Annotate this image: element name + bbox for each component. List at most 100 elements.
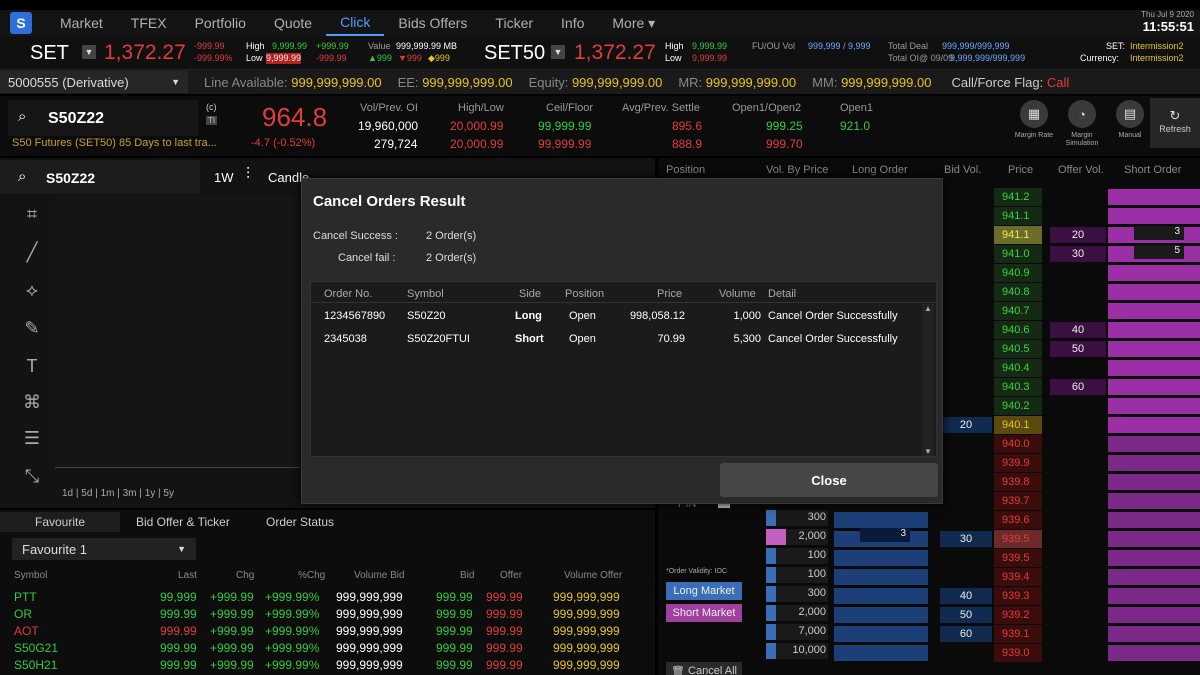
price-cell[interactable]: 939.3 [994, 587, 1042, 605]
nav-quote[interactable]: Quote [260, 10, 326, 36]
short-order-bar[interactable] [1108, 189, 1200, 205]
short-order-bar[interactable] [1108, 417, 1200, 433]
margin-simulation-icon[interactable]: ◔ [1068, 100, 1096, 128]
short-order-bar[interactable] [1108, 284, 1200, 300]
short-order-bar[interactable] [1108, 493, 1200, 509]
chart-period[interactable]: 1W [214, 170, 234, 185]
account-select[interactable]: 5000555 (Derivative) ▼ [0, 71, 188, 93]
scroll-up-icon[interactable]: ▲ [922, 304, 934, 313]
bid-volume[interactable]: 20 [940, 417, 992, 433]
quote-search[interactable]: ⌕ S50Z22 [8, 100, 198, 136]
short-order-bar[interactable] [1108, 455, 1200, 471]
nav-click[interactable]: Click [326, 10, 385, 36]
table-row[interactable]: AOT 999.99 +999.99 +999.99% 999,999,999 999.9… [0, 624, 655, 641]
offer-volume[interactable]: 60 [1050, 379, 1106, 395]
set-dropdown-icon[interactable]: ▼ [82, 45, 96, 59]
tab-bid-offer-ticker[interactable]: Bid Offer & Ticker [128, 512, 238, 532]
price-cell[interactable]: 941.0 [994, 245, 1042, 263]
bid-volume[interactable]: 30 [940, 531, 992, 547]
range-3m[interactable]: 3m [123, 488, 137, 499]
price-cell[interactable]: 939.4 [994, 568, 1042, 586]
range-1d[interactable]: 1d [62, 488, 73, 499]
short-order-bar[interactable] [1108, 531, 1200, 547]
nav-info[interactable]: Info [547, 10, 598, 36]
short-order-qty[interactable]: 5 [1134, 245, 1184, 259]
bid-volume[interactable]: 40 [940, 588, 992, 604]
measure-icon[interactable]: ⤡ [18, 462, 46, 490]
offer-volume[interactable]: 30 [1050, 246, 1106, 262]
tab-favourite[interactable]: Favourite [0, 512, 120, 532]
long-order-qty[interactable]: 3 [860, 528, 910, 542]
short-market-button[interactable]: Short Market [666, 604, 742, 622]
long-market-button[interactable]: Long Market [666, 582, 742, 600]
price-cell[interactable]: 939.1 [994, 625, 1042, 643]
short-order-bar[interactable] [1108, 398, 1200, 414]
price-cell[interactable]: 939.8 [994, 473, 1042, 491]
bid-volume[interactable]: 50 [940, 607, 992, 623]
chart-search[interactable]: ⌕ S50Z22 [0, 160, 200, 194]
short-order-bar[interactable] [1108, 626, 1200, 642]
short-order-bar[interactable] [1108, 569, 1200, 585]
offer-volume[interactable]: 20 [1050, 227, 1106, 243]
margin-rate-icon[interactable]: ▦ [1020, 100, 1048, 128]
short-order-bar[interactable] [1108, 436, 1200, 452]
price-cell[interactable]: 939.0 [994, 644, 1042, 662]
nav-bids-offers[interactable]: Bids Offers [384, 10, 481, 36]
short-order-bar[interactable] [1108, 645, 1200, 661]
price-cell[interactable]: 941.2 [994, 188, 1042, 206]
short-order-bar[interactable] [1108, 474, 1200, 490]
long-order-bar[interactable] [834, 569, 928, 585]
long-order-bar[interactable] [834, 588, 928, 604]
offer-volume[interactable]: 50 [1050, 341, 1106, 357]
long-order-bar[interactable] [834, 550, 928, 566]
set50-dropdown-icon[interactable]: ▼ [551, 45, 565, 59]
price-cell[interactable]: 939.9 [994, 454, 1042, 472]
shape-icon[interactable]: ⟡ [18, 276, 46, 304]
range-5d[interactable]: 5d [81, 488, 92, 499]
long-order-bar[interactable] [834, 645, 928, 661]
price-cell[interactable]: 939.6 [994, 511, 1042, 529]
price-cell[interactable]: 940.7 [994, 302, 1042, 320]
price-cell[interactable]: 940.5 [994, 340, 1042, 358]
short-order-bar[interactable] [1108, 360, 1200, 376]
scroll-down-icon[interactable]: ▼ [922, 447, 934, 456]
range-1m[interactable]: 1m [101, 488, 115, 499]
price-cell[interactable]: 941.1 [994, 207, 1042, 225]
long-order-bar[interactable] [834, 607, 928, 623]
price-cell[interactable]: 940.3 [994, 378, 1042, 396]
range-1y[interactable]: 1y [145, 488, 156, 499]
long-order-bar[interactable] [834, 626, 928, 642]
short-order-bar[interactable] [1108, 265, 1200, 281]
range-5y[interactable]: 5y [163, 488, 174, 499]
short-order-bar[interactable] [1108, 208, 1200, 224]
nav-ticker[interactable]: Ticker [481, 10, 547, 36]
price-cell[interactable]: 939.2 [994, 606, 1042, 624]
trendline-icon[interactable]: ╱ [18, 238, 46, 266]
short-order-bar[interactable] [1108, 379, 1200, 395]
price-cell[interactable]: 940.1 [994, 416, 1042, 434]
tab-order-status[interactable]: Order Status [258, 512, 342, 532]
price-cell[interactable]: 939.7 [994, 492, 1042, 510]
table-row[interactable]: OR 999.99 +999.99 +999.99% 999,999,999 999.99… [0, 607, 655, 624]
price-cell[interactable]: 941.1 [994, 226, 1042, 244]
table-row[interactable]: PTT 99,999 +999.99 +999.99% 999,999,999 999.9… [0, 590, 655, 607]
price-cell[interactable]: 940.6 [994, 321, 1042, 339]
short-order-bar[interactable] [1108, 607, 1200, 623]
close-button[interactable]: Close [720, 463, 938, 497]
nav-tfex[interactable]: TFEX [117, 10, 181, 36]
pattern-icon[interactable]: ⌘ [18, 388, 46, 416]
short-order-bar[interactable] [1108, 341, 1200, 357]
table-row[interactable]: S50H21 999.99 +999.99 +999.99% 999,999,999 99… [0, 658, 655, 675]
price-cell[interactable]: 940.0 [994, 435, 1042, 453]
price-cell[interactable]: 939.5 [994, 549, 1042, 567]
table-row[interactable]: 1234567890 S50Z20 Long Open 998,058.12 1,000 C… [311, 310, 911, 330]
manual-icon[interactable]: ▤ [1116, 100, 1144, 128]
short-order-bar[interactable] [1108, 512, 1200, 528]
text-icon[interactable]: T [18, 352, 46, 380]
price-cell[interactable]: 940.4 [994, 359, 1042, 377]
nav-portfolio[interactable]: Portfolio [181, 10, 260, 36]
cancel-all-button[interactable]: 🗑 Cancel All [666, 662, 742, 675]
short-order-qty[interactable]: 3 [1134, 226, 1184, 240]
price-cell[interactable]: 940.2 [994, 397, 1042, 415]
short-order-bar[interactable] [1108, 550, 1200, 566]
